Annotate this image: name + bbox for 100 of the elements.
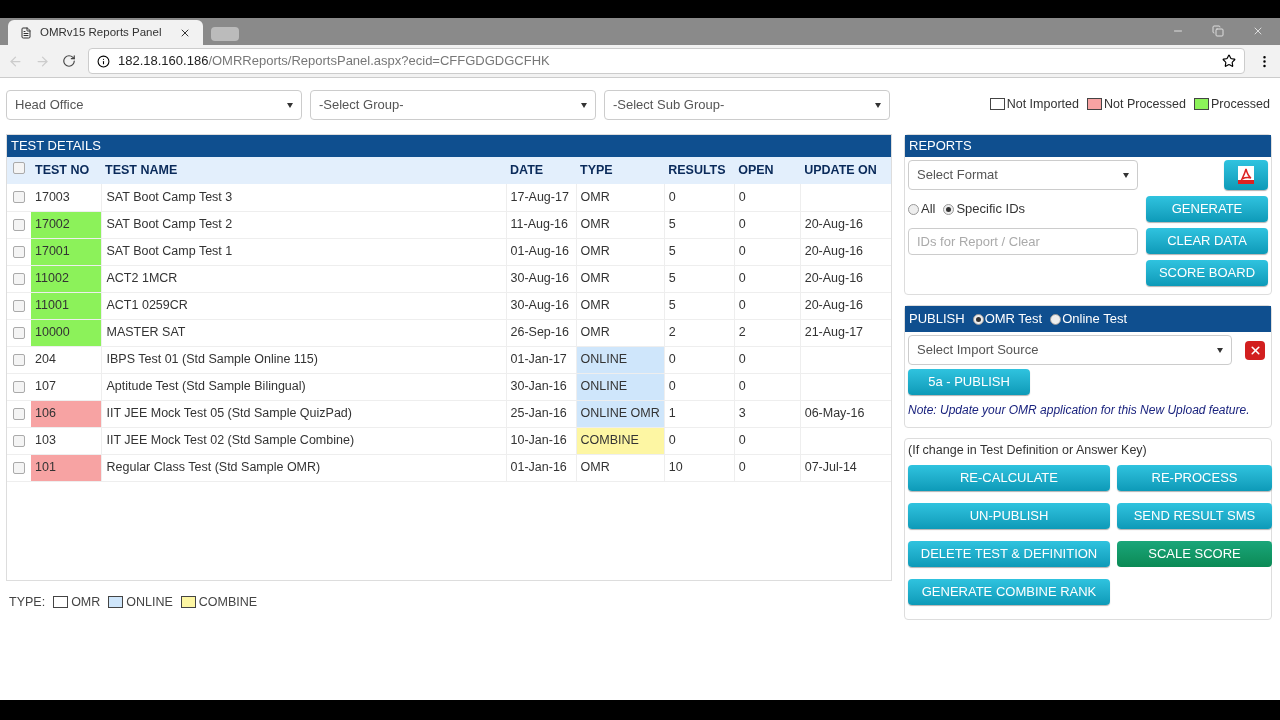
date-cell: 30-Aug-16 <box>506 265 576 292</box>
ids-input-field[interactable]: IDs for Report / Clear <box>908 228 1138 255</box>
import-source-select[interactable]: Select Import Source <box>908 335 1232 365</box>
test-name-cell: IIT JEE Mock Test 05 (Std Sample QuizPad) <box>101 400 506 427</box>
open-cell: 3 <box>734 400 801 427</box>
test-name-cell: MASTER SAT <box>101 319 506 346</box>
filter-select[interactable]: Head Office <box>6 90 302 120</box>
test-name-cell: Regular Class Test (Std Sample OMR) <box>101 454 506 481</box>
bookmark-icon[interactable] <box>1222 54 1236 68</box>
type-cell: OMR <box>576 238 665 265</box>
browser-tab[interactable]: OMRv15 Reports Panel <box>8 20 203 45</box>
row-checkbox[interactable] <box>13 407 25 420</box>
test-no-cell: 204 <box>31 346 101 373</box>
dropdown-caret-icon <box>1217 347 1223 353</box>
format-select[interactable]: Select Format <box>908 160 1138 190</box>
date-cell: 17-Aug-17 <box>506 184 576 211</box>
action-button[interactable]: RE-PROCESS <box>1117 465 1272 491</box>
date-cell: 26-Sep-16 <box>506 319 576 346</box>
page-icon <box>20 26 32 39</box>
row-checkbox[interactable] <box>13 218 25 231</box>
results-cell: 2 <box>664 319 735 346</box>
row-checkbox[interactable] <box>13 434 25 447</box>
scope-radio[interactable] <box>908 203 919 215</box>
update-on-cell: 20-Aug-16 <box>800 292 891 319</box>
row-checkbox[interactable] <box>13 461 25 474</box>
address-bar[interactable]: 182.18.160.186/OMRReports/ReportsPanel.aspx?ecid=CFFGDGDGCFHK <box>88 48 1245 74</box>
test-name-cell: IBPS Test 01 (Std Sample Online 115) <box>101 346 506 373</box>
action-button[interactable]: SEND RESULT SMS <box>1117 503 1272 529</box>
pdf-icon <box>1237 165 1255 185</box>
report-button[interactable]: CLEAR DATA <box>1146 228 1268 254</box>
restore-icon[interactable] <box>1212 25 1224 37</box>
clear-button[interactable] <box>1245 340 1265 360</box>
action-button[interactable]: SCALE SCORE <box>1117 541 1272 567</box>
publish-mode-radio[interactable] <box>972 313 984 325</box>
report-button[interactable]: SCORE BOARD <box>1146 260 1268 286</box>
type-cell: ONLINE <box>576 346 665 373</box>
new-tab-button[interactable] <box>211 27 239 41</box>
column-header: TYPE <box>576 157 665 184</box>
scope-radio[interactable] <box>943 203 955 215</box>
open-cell: 0 <box>734 292 801 319</box>
column-header: OPEN <box>734 157 801 184</box>
legend-label: OMR <box>71 594 101 611</box>
panel-header: TEST DETAILS <box>7 135 891 157</box>
column-header: RESULTS <box>664 157 735 184</box>
results-cell: 1 <box>664 400 735 427</box>
radio-label: All <box>921 200 936 219</box>
url-host: 182.18.160.186 <box>118 52 209 71</box>
note-text: Note: Update your OMR application for this New Upload feature. <box>907 402 1251 419</box>
row-checkbox[interactable] <box>13 380 25 393</box>
row-checkbox[interactable] <box>13 245 25 258</box>
legend-label: Not Processed <box>1103 95 1186 113</box>
action-button[interactable]: GENERATE COMBINE RANK <box>908 579 1110 605</box>
type-cell: OMR <box>576 184 665 211</box>
test-name-cell: IIT JEE Mock Test 02 (Std Sample Combine) <box>101 427 506 454</box>
publish-button[interactable]: 5a - PUBLISH <box>908 369 1030 395</box>
hint-text: (If change in Test Definition or Answer Key) <box>908 441 1148 459</box>
url-path: /OMRReports/ReportsPanel.aspx?ecid=CFFGDGDGCFHK <box>208 52 550 71</box>
back-icon[interactable] <box>8 53 23 69</box>
row-checkbox[interactable] <box>13 299 25 312</box>
type-cell: COMBINE <box>576 427 665 454</box>
close-icon[interactable] <box>1252 25 1264 37</box>
update-on-cell: 07-Jul-14 <box>800 454 891 481</box>
test-no-cell: 101 <box>31 454 101 481</box>
row-checkbox[interactable] <box>13 162 25 175</box>
radio-label: OMR Test <box>984 310 1043 329</box>
row-checkbox[interactable] <box>13 353 25 366</box>
column-header: UPDATE ON <box>800 157 891 184</box>
row-checkbox[interactable] <box>13 191 25 203</box>
forward-icon[interactable] <box>35 53 50 69</box>
action-button[interactable]: RE-CALCULATE <box>908 465 1110 491</box>
panel-header: REPORTS <box>905 135 1271 157</box>
results-cell: 5 <box>664 265 735 292</box>
column-header: TEST NO <box>31 157 101 184</box>
date-cell: 30-Aug-16 <box>506 292 576 319</box>
pdf-button[interactable] <box>1224 160 1268 190</box>
row-checkbox[interactable] <box>13 326 25 339</box>
date-cell: 30-Jan-16 <box>506 373 576 400</box>
row-checkbox[interactable] <box>13 272 25 285</box>
date-cell: 01-Jan-16 <box>506 454 576 481</box>
radio-label: Specific IDs <box>956 200 1026 219</box>
open-cell: 2 <box>734 319 801 346</box>
open-cell: 0 <box>734 238 801 265</box>
publish-mode-radio[interactable] <box>1050 313 1062 325</box>
results-cell: 10 <box>664 454 735 481</box>
reload-icon[interactable] <box>62 54 76 68</box>
date-cell: 11-Aug-16 <box>506 211 576 238</box>
test-no-cell: 11002 <box>31 265 101 292</box>
filter-select[interactable]: -Select Group- <box>310 90 596 120</box>
action-button[interactable]: UN-PUBLISH <box>908 503 1110 529</box>
test-no-cell: 11001 <box>31 292 101 319</box>
type-cell: OMR <box>576 319 665 346</box>
test-name-cell: SAT Boot Camp Test 2 <box>101 211 506 238</box>
panel-header: PUBLISH <box>909 310 965 329</box>
test-name-cell: ACT2 1MCR <box>101 265 506 292</box>
report-button[interactable]: GENERATE <box>1146 196 1268 222</box>
column-header: DATE <box>506 157 576 184</box>
test-name-cell: SAT Boot Camp Test 3 <box>101 184 506 211</box>
filter-select[interactable]: -Select Sub Group- <box>604 90 890 120</box>
action-button[interactable]: DELETE TEST & DEFINITION <box>908 541 1110 567</box>
date-cell: 01-Jan-17 <box>506 346 576 373</box>
